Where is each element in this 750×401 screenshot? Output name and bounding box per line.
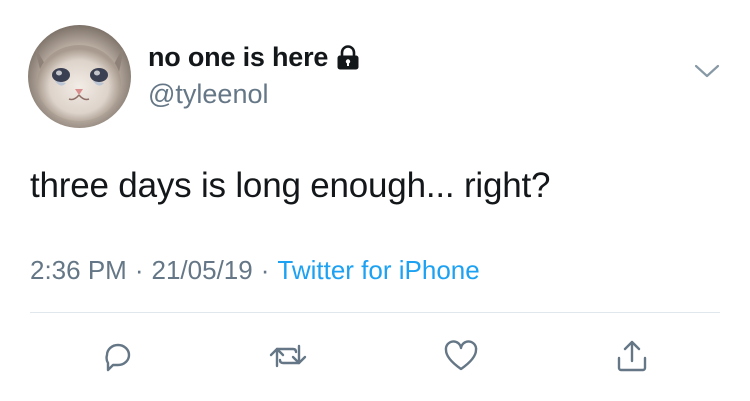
user-handle[interactable]: @tyleenol [148, 79, 268, 110]
share-button[interactable] [610, 334, 654, 378]
meta-separator: · [134, 255, 144, 285]
retweet-button[interactable] [266, 334, 310, 378]
tweet-text: three days is long enough... right? [30, 166, 551, 205]
tweet-meta: 2:36 PM · 21/05/19 · Twitter for iPhone [30, 255, 480, 286]
lock-icon [336, 45, 360, 71]
crying-cat-avatar-image [28, 25, 131, 128]
tweet-source-link[interactable]: Twitter for iPhone [277, 255, 479, 286]
retweet-icon [269, 344, 307, 368]
display-name-row: no one is here [148, 38, 360, 76]
reply-icon [105, 343, 131, 372]
tweet-date: 21/05/19 [151, 255, 253, 285]
heart-icon [444, 340, 478, 371]
meta-separator: · [260, 255, 270, 285]
display-name[interactable]: no one is here [148, 42, 328, 73]
tweet-card: no one is here @tyleenol three days is l… [0, 0, 750, 401]
chevron-down-icon[interactable] [694, 63, 720, 81]
like-button[interactable] [439, 334, 483, 378]
reply-button[interactable] [96, 334, 140, 378]
share-icon [617, 340, 647, 372]
divider [30, 312, 720, 313]
tweet-time: 2:36 PM [30, 255, 127, 285]
avatar[interactable] [28, 25, 131, 128]
